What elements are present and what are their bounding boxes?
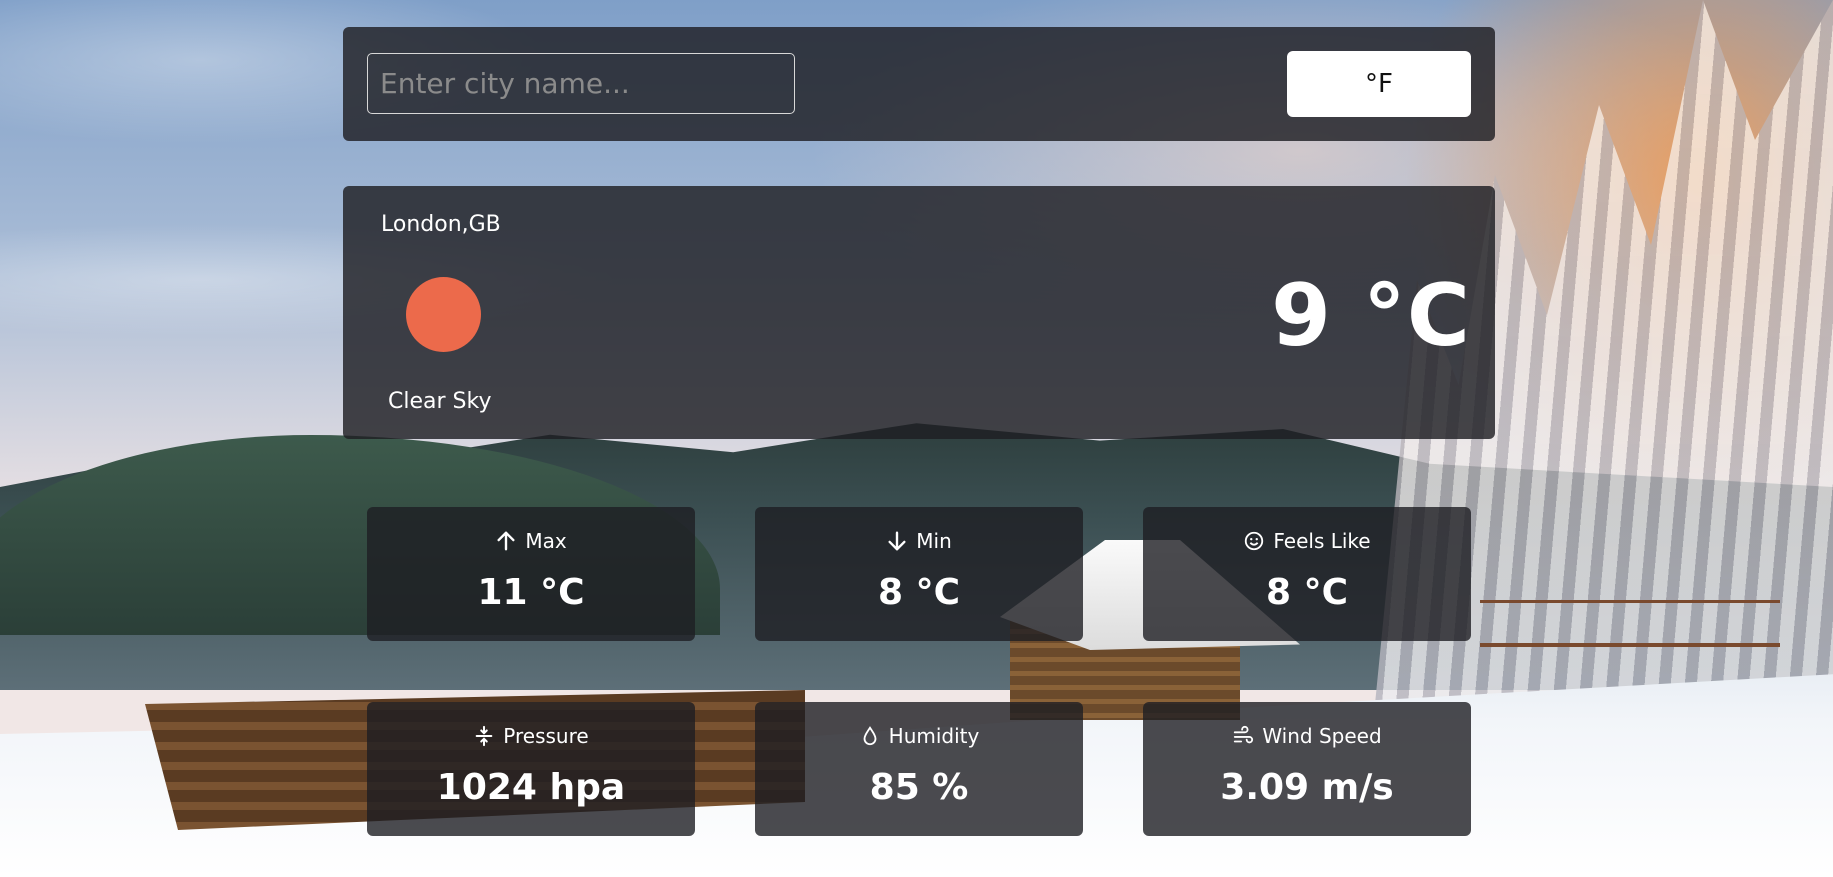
weather-description: Clear Sky bbox=[388, 389, 492, 414]
location-label: London,GB bbox=[381, 212, 501, 237]
pressure-icon bbox=[475, 725, 493, 747]
min-value: 8 °C bbox=[877, 572, 960, 613]
max-temp-card: Max 11 °C bbox=[367, 507, 695, 641]
droplet-icon bbox=[863, 726, 877, 746]
max-label: Max bbox=[525, 529, 567, 553]
arrow-up-icon bbox=[497, 531, 515, 551]
pressure-label: Pressure bbox=[503, 724, 589, 748]
humidity-card: Humidity 85 % bbox=[755, 702, 1083, 836]
wind-icon bbox=[1234, 725, 1254, 744]
wind-speed-label: Wind Speed bbox=[1262, 724, 1382, 748]
feels-like-card: Feels Like 8 °C bbox=[1143, 507, 1471, 641]
wind-speed-card: Wind Speed 3.09 m/s bbox=[1143, 702, 1471, 836]
feels-like-value: 8 °C bbox=[1265, 572, 1348, 613]
feels-like-label: Feels Like bbox=[1273, 529, 1371, 553]
humidity-value: 85 % bbox=[869, 767, 969, 808]
min-label: Min bbox=[916, 529, 952, 553]
search-bar: °F bbox=[343, 27, 1495, 141]
unit-toggle-button[interactable]: °F bbox=[1287, 51, 1471, 117]
city-search-input[interactable] bbox=[367, 53, 795, 114]
arrow-down-icon bbox=[888, 531, 906, 551]
pressure-card: Pressure 1024 hpa bbox=[367, 702, 695, 836]
pressure-value: 1024 hpa bbox=[436, 767, 626, 808]
fence bbox=[1480, 600, 1780, 647]
max-value: 11 °C bbox=[477, 572, 585, 613]
current-temperature: 9 °C bbox=[1271, 266, 1471, 366]
sun-icon bbox=[406, 277, 481, 352]
current-weather-card: London,GB Clear Sky 9 °C bbox=[343, 186, 1495, 439]
smiley-icon bbox=[1245, 531, 1264, 551]
min-temp-card: Min 8 °C bbox=[755, 507, 1083, 641]
wind-speed-value: 3.09 m/s bbox=[1220, 767, 1394, 808]
humidity-label: Humidity bbox=[888, 724, 980, 748]
